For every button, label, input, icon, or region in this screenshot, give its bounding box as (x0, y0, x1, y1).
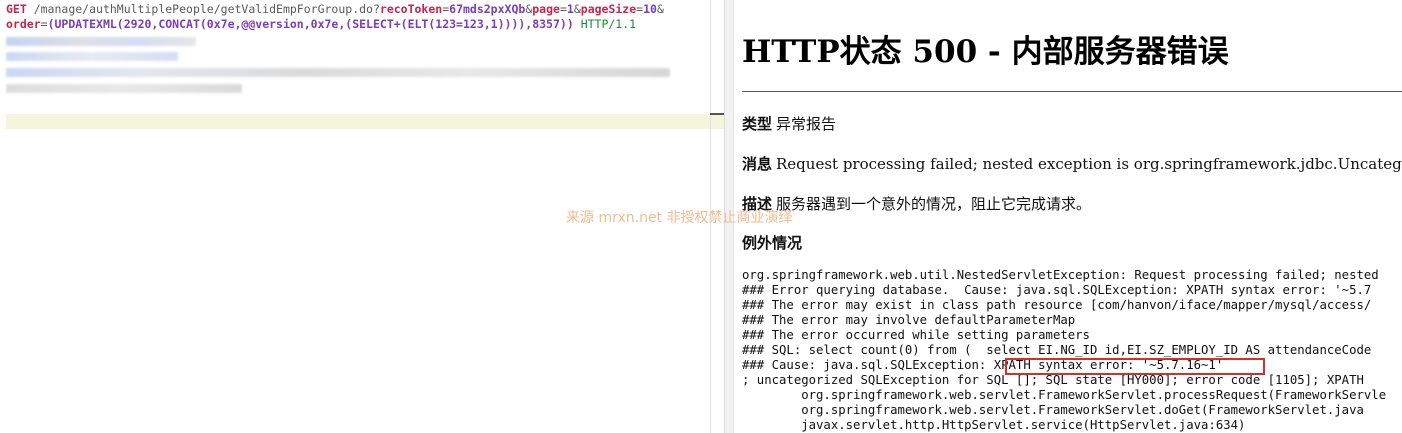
request-line-1: GET /manage/authMultiplePeople/getValidE… (6, 2, 664, 16)
response-render-pane: HTTP状态 500 - 内部服务器错误 类型 异常报告 消息 Request pr… (734, 0, 1402, 433)
trace-line: javax.servlet.http.HttpServlet.service(H… (742, 418, 1246, 432)
watermark: 来源 mrxn.net 非授权禁止商业演绎 (566, 210, 793, 226)
param-key-page: page (532, 2, 560, 16)
description-row: 描述 服务器遇到一个意外的情况，阻止它完成请求。 (742, 193, 1091, 214)
param-key-order: order (6, 17, 41, 31)
param-key-recotoken: recoToken (379, 2, 443, 16)
trace-line: org.springframework.web.servlet.Framewor… (742, 388, 1387, 402)
type-label: 类型 (742, 115, 773, 133)
type-row: 类型 异常报告 (742, 113, 836, 134)
trace-line: ### SQL: select count(0) from ( select E… (742, 343, 1372, 357)
type-value: 异常报告 (776, 115, 837, 133)
param-value-recotoken: 67mds2pxXQb (449, 2, 526, 16)
request-line-2: order=(UPDATEXML(2920,CONCAT(0x7e,@@vers… (6, 17, 637, 31)
title-divider (742, 91, 1402, 92)
param-value-order: (UPDATEXML(2920,CONCAT(0x7e,@@version,0x… (47, 17, 574, 31)
trace-line: ### The error may exist in class path re… (742, 298, 1372, 312)
trace-line: org.springframework.web.servlet.Framewor… (742, 403, 1364, 417)
http-method: GET (6, 2, 27, 16)
trace-line: ; uncategorized SQLException for SQL [];… (742, 373, 1364, 387)
current-line-highlight (6, 114, 724, 129)
page-title: HTTP状态 500 - 内部服务器错误 (742, 34, 1229, 70)
trace-line: ### Error querying database. Cause: java… (742, 283, 1372, 297)
request-path: /manage/authMultiplePeople/getValidEmpFo… (26, 2, 380, 16)
message-label: 消息 (742, 155, 773, 173)
trace-line: org.springframework.web.util.NestedServl… (742, 268, 1379, 282)
exception-heading: 例外情况 (742, 234, 803, 252)
description-value: 服务器遇到一个意外的情况，阻止它完成请求。 (776, 195, 1092, 213)
http-version: HTTP/1.1 (573, 17, 637, 31)
trace-line: ### The error occurred while setting par… (742, 328, 1090, 342)
param-value-pagesize: 10 (643, 2, 657, 16)
highlighted-xpath-error-box (1005, 358, 1265, 375)
param-key-pagesize: pageSize (580, 2, 637, 16)
cursor-marker (710, 113, 724, 115)
trace-line: ### The error may involve defaultParamet… (742, 313, 1076, 327)
message-row: 消息 Request processing failed; nested exce… (742, 153, 1402, 174)
stack-trace: org.springframework.web.util.NestedServl… (742, 268, 1386, 433)
param-value-page: 1 (566, 2, 574, 16)
message-value: Request processing failed; nested except… (776, 155, 1402, 173)
